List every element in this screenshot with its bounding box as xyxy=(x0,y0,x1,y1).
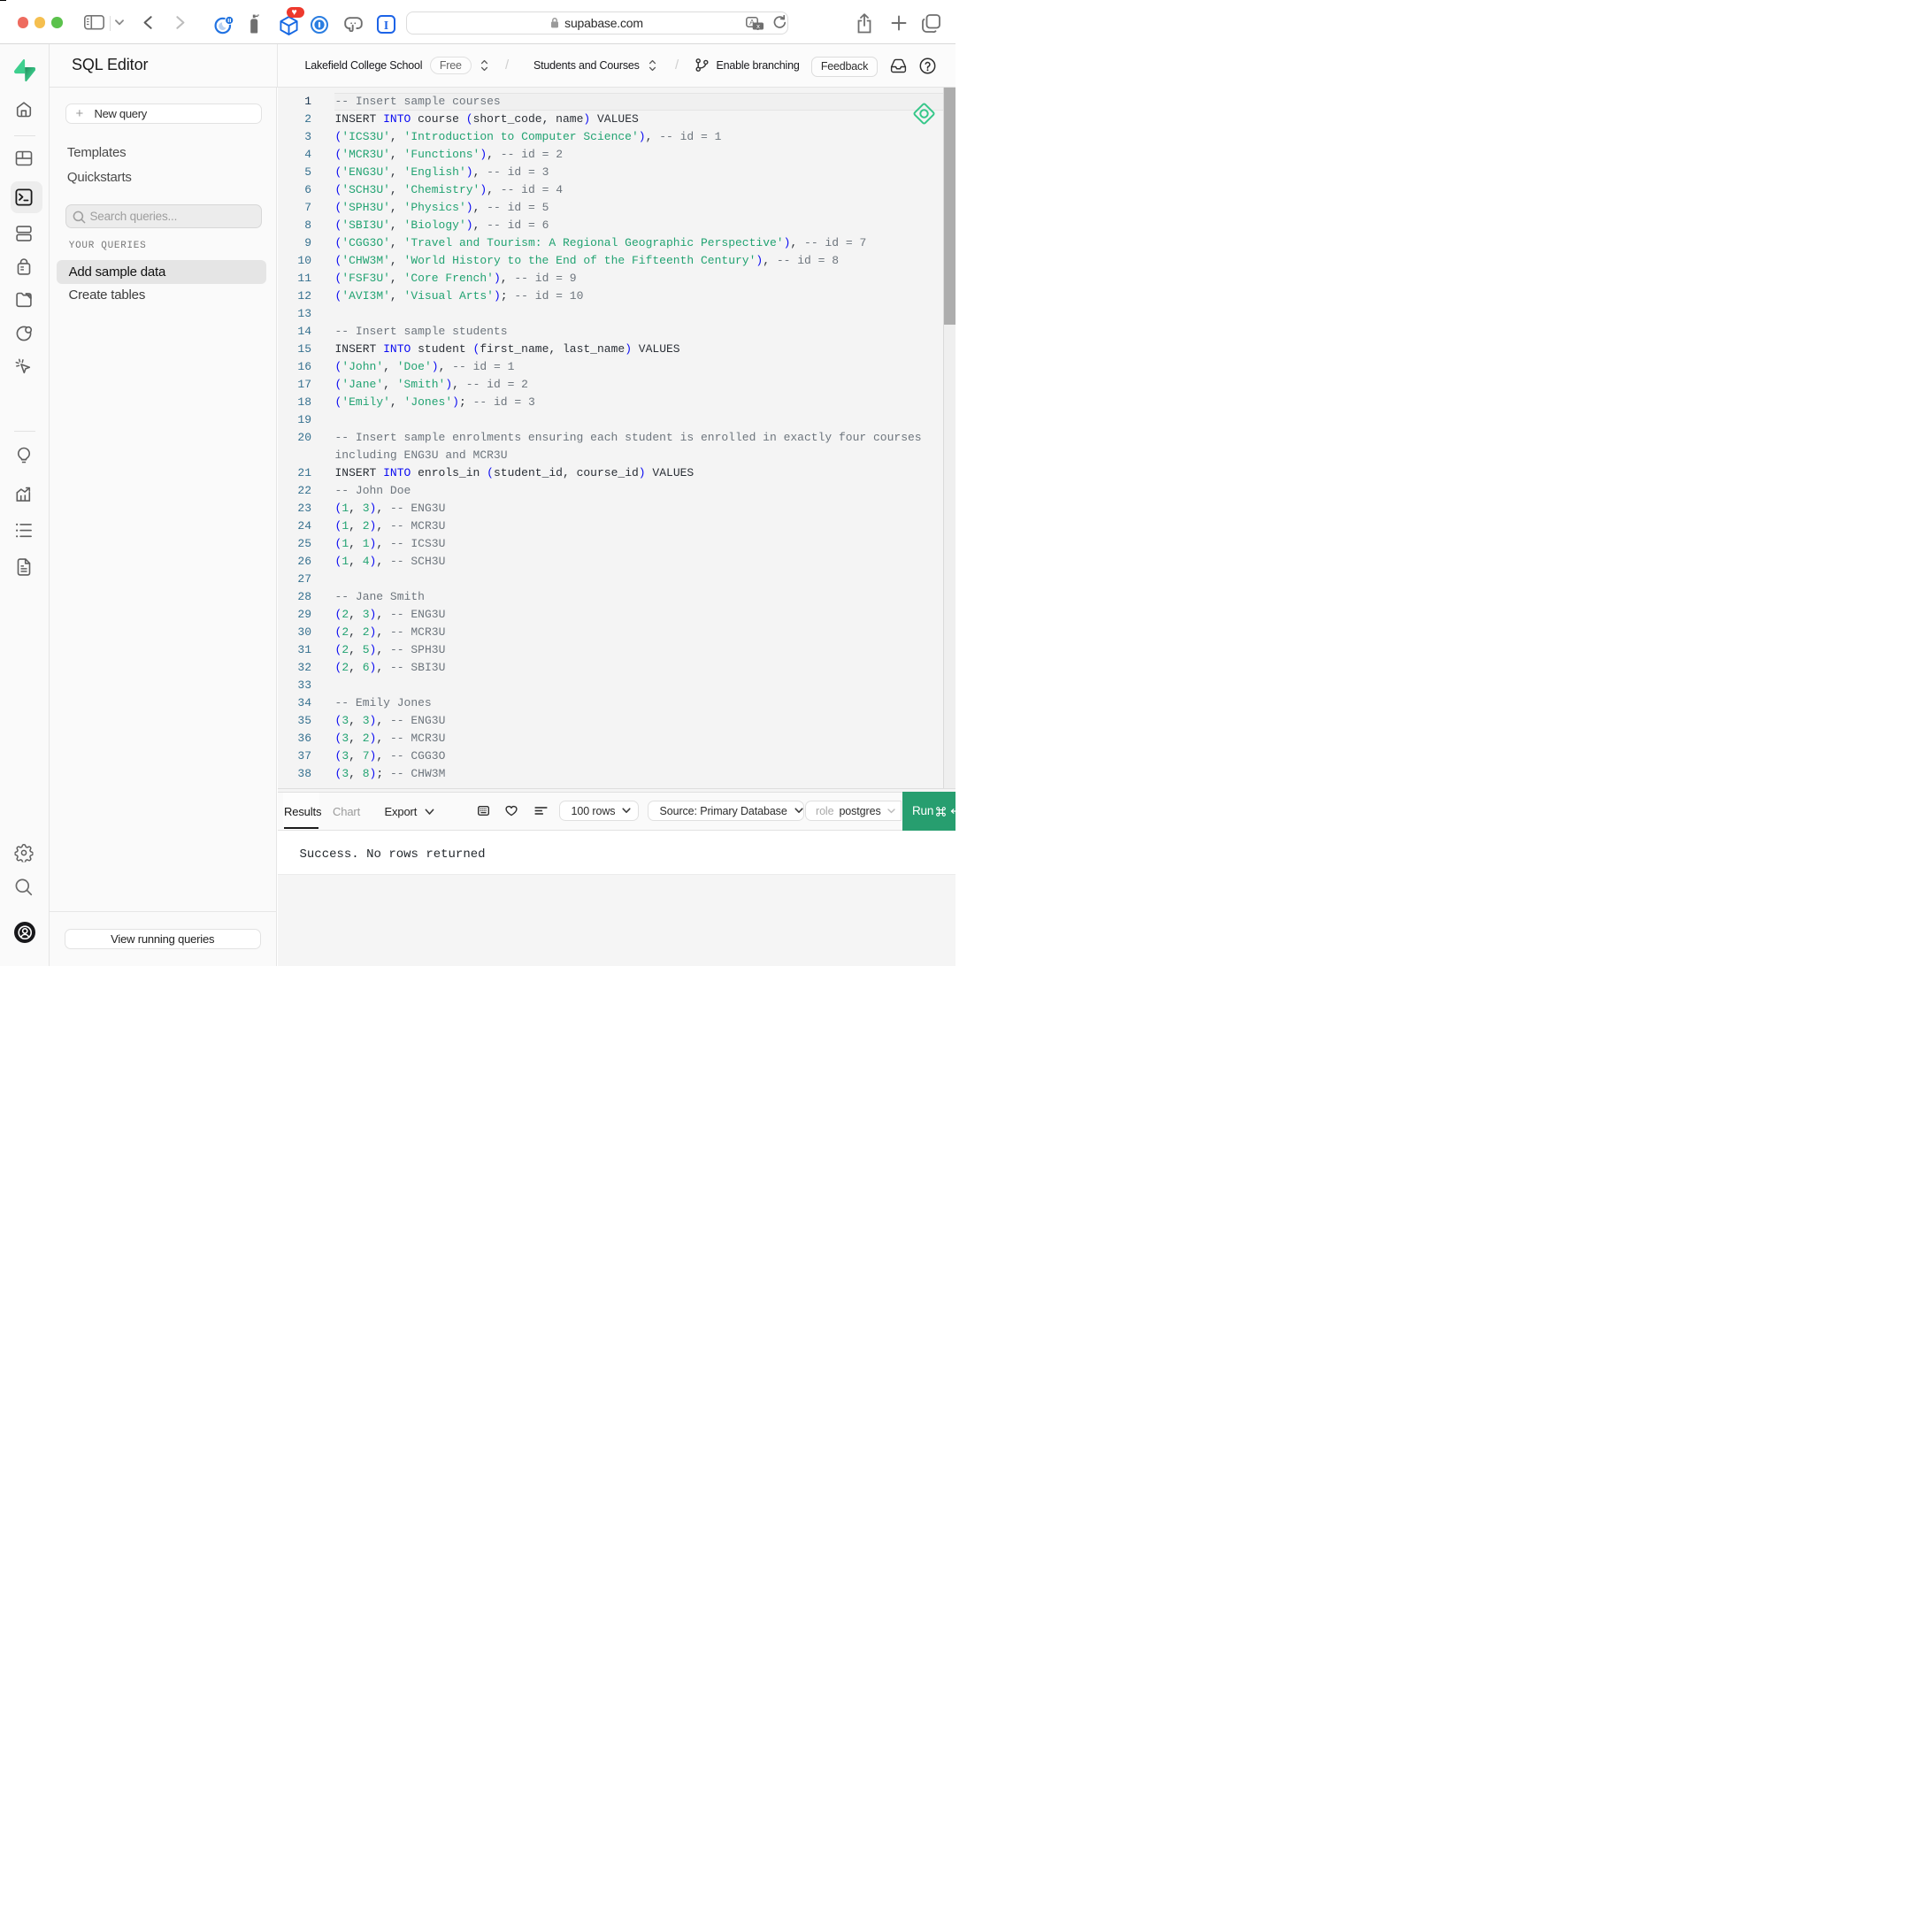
svg-text:I: I xyxy=(383,19,388,32)
svg-text:x: x xyxy=(756,22,760,30)
